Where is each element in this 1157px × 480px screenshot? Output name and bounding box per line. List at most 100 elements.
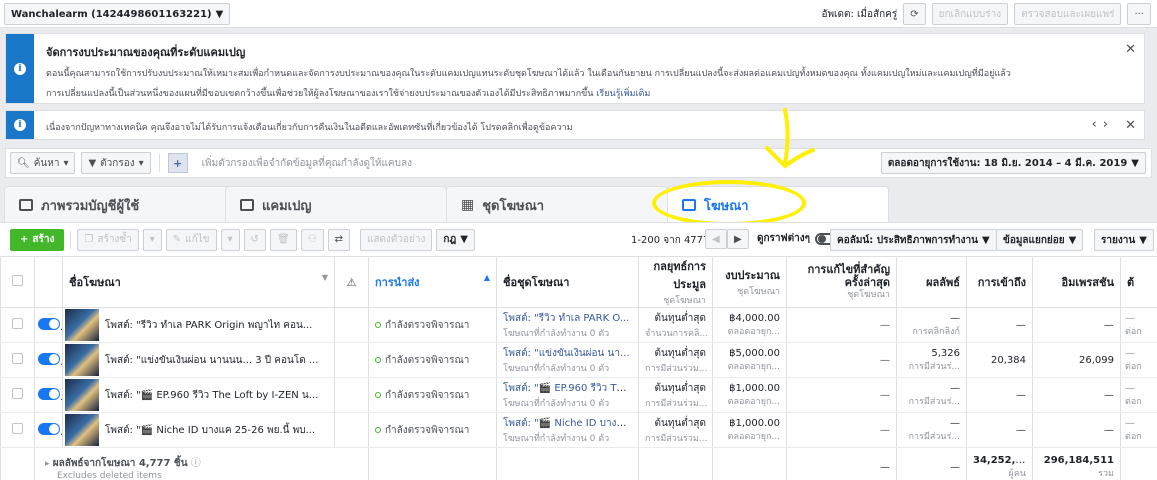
review-publish-button[interactable]: ตรวจสอบและเผยแพร่	[1014, 3, 1122, 25]
header-cost[interactable]: ต้	[1120, 256, 1157, 308]
account-selector[interactable]: Wanchalearm (1424498601163221) ▼	[4, 3, 231, 25]
learn-more-link[interactable]: เรียนรู้เพิ่มเติม	[596, 89, 650, 99]
notice-pager: ‹›	[1092, 117, 1114, 132]
ad-name[interactable]: โพสต์: "รีวิว ทำเล PARK Origin พญาไท คอน…	[105, 320, 312, 331]
budget-cell: ฿1,000.00 ตลอดอายุก...	[712, 377, 787, 413]
adset-link[interactable]: โพสต์: "แข่งขันเงินผ่อน นา...	[503, 348, 630, 359]
create-button[interactable]: + สร้าง	[10, 228, 65, 251]
ad-name-cell: โพสต์: "รีวิว ทำเล PARK Origin พญาไท คอน…	[62, 307, 335, 343]
tab-label: ชุดโฆษณา	[482, 198, 545, 214]
reports-button[interactable]: รายงาน ▼	[1094, 229, 1154, 251]
tab-campaigns[interactable]: แคมเปญ	[225, 186, 447, 223]
tab-ad-sets[interactable]: ▦ ชุดโฆษณา	[446, 186, 668, 223]
create-label: สร้าง	[32, 234, 55, 245]
budget-cell: ฿1,000.00 ตลอดอายุก...	[712, 412, 787, 448]
edit-button[interactable]: ✎ แก้ไข	[165, 228, 217, 251]
ad-status-toggle[interactable]	[38, 387, 60, 400]
table-row[interactable]: โพสต์: "รีวิว ทำเล PARK Origin พญาไท คอน…	[0, 307, 1157, 343]
date-range-picker[interactable]: ตลอดอายุการใช้งาน: 18 มิ.ย. 2014 – 4 มี.…	[880, 152, 1146, 174]
header-sub: ชุดโฆษณา	[663, 296, 706, 306]
warning-cell	[334, 412, 369, 448]
table-row[interactable]: โพสต์: "🎬 EP.960 รีวิว The Loft by I-ZEN…	[0, 377, 1157, 413]
expand-icon[interactable]: ▸	[45, 459, 50, 469]
refresh-button[interactable]: ⟳	[903, 3, 926, 25]
discard-drafts-button[interactable]: ยกเลิกแบบร่าง	[931, 3, 1009, 25]
row-checkbox[interactable]	[12, 388, 23, 399]
next-page-button[interactable]: ▶	[727, 229, 749, 249]
select-all-checkbox[interactable]	[12, 275, 23, 286]
results-value: —	[950, 312, 960, 324]
filter-button[interactable]: ▼ ตัวกรอง ▾	[81, 152, 151, 174]
ad-name[interactable]: โพสต์: "แข่งขันเงินผ่อน นานนน... 3 ปี คอ…	[105, 355, 318, 366]
table-row[interactable]: โพสต์: "แข่งขันเงินผ่อน นานนน... 3 ปี คอ…	[0, 342, 1157, 378]
table-row[interactable]: โพสต์: "🎬 Niche ID บางแค 25-26 พย.นี้ พบ…	[0, 412, 1157, 448]
header-reach[interactable]: การเข้าถึง	[966, 256, 1033, 308]
chevron-left-icon[interactable]: ‹	[1092, 117, 1103, 132]
delivery-cell: กำลังตรวจพิจารณา	[368, 342, 497, 378]
account-name: Wanchalearm (1424498601163221)	[11, 8, 212, 20]
prev-page-button[interactable]: ◀	[705, 229, 727, 249]
delete-button[interactable]: 🗑︎	[269, 228, 297, 251]
edit-menu-button[interactable]: ▾	[220, 228, 240, 251]
filter-input[interactable]: เพิ่มตัวกรองเพื่อจำกัดข้อมูลที่คุณกำลังด…	[202, 156, 412, 171]
header-ad-name[interactable]: ชื่อโฆษณา ▼	[62, 256, 335, 308]
row-toggle-cell	[34, 342, 63, 378]
rules-button[interactable]: กฎ ▼	[436, 228, 475, 251]
status-dot-icon	[375, 426, 381, 433]
more-button[interactable]: ···	[1127, 3, 1151, 25]
preview-button[interactable]: แสดงตัวอย่าง	[360, 228, 433, 251]
strategy-cell: ต้นทุนต่ำสุด การมีส่วนร่วม...	[638, 342, 713, 378]
breakdown-button[interactable]: ข้อมูลแยกย่อย ▼	[996, 229, 1084, 251]
cost-value: —	[1125, 347, 1135, 359]
duplicate-button[interactable]: ❐ สร้างซ้ำ	[77, 228, 139, 251]
tab-account-overview[interactable]: ภาพรวมบัญชีผู้ใช้	[4, 186, 230, 223]
row-checkbox[interactable]	[12, 423, 23, 434]
notice-body-2: การเปลี่ยนแปลงนี้เป็นส่วนหนึ่งของแผนที่ม…	[46, 86, 650, 100]
add-filter-button[interactable]: +	[167, 153, 188, 173]
header-label: การแก้ไขที่สำคัญครั้งล่าสุด	[807, 262, 890, 289]
adset-link[interactable]: โพสต์: "🎬 Niche ID บางแ...	[503, 418, 632, 429]
ad-status-toggle[interactable]	[38, 422, 60, 435]
undo-button[interactable]: ↺	[243, 228, 266, 251]
header-impressions[interactable]: อิมเพรสชัน	[1032, 256, 1121, 308]
header-adset-name[interactable]: ชื่อชุดโฆษณา	[496, 256, 639, 308]
delivery-status: กำลังตรวจพิจารณา	[385, 424, 470, 436]
row-checkbox[interactable]	[12, 318, 23, 329]
info-icon: i	[14, 62, 26, 75]
technical-notice[interactable]: i เนื่องจากปัญหาทางเทคนิค คุณจึงอาจไม่ได…	[5, 110, 1145, 140]
summary-impressions-value: 296,184,511	[1043, 455, 1114, 466]
cost-cell: — ต่อก	[1120, 307, 1157, 343]
strategy-value: ต้นทุนต่ำสุด	[654, 312, 706, 324]
summary-impressions: 296,184,511 รวม	[1032, 447, 1121, 480]
header-delivery[interactable]: การนำส่ง ▲	[368, 256, 497, 308]
row-select-cell	[0, 412, 35, 448]
info-icon: ⓘ	[190, 458, 201, 469]
search-button[interactable]: 🔍︎ ค้นหา ▾	[10, 152, 76, 174]
header-results[interactable]: ผลลัพธ์	[896, 256, 967, 308]
close-icon[interactable]: ✕	[1125, 42, 1136, 57]
columns-button[interactable]: คอลัมน์: ประสิทธิภาพการทำงาน ▼	[830, 229, 997, 251]
cost-cell: — ต่อก	[1120, 377, 1157, 413]
ad-status-toggle[interactable]	[38, 317, 60, 330]
audience-button[interactable]: ⚇	[300, 228, 324, 251]
adset-link[interactable]: โพสต์: "🎬 EP.960 รีวิว Th...	[503, 383, 632, 394]
header-bid-strategy[interactable]: กลยุทธ์การประมูล ชุดโฆษณา	[638, 256, 713, 308]
header-budget[interactable]: งบประมาณ ชุดโฆษณา	[712, 256, 787, 308]
header-label: ผลลัพธ์	[926, 276, 960, 289]
table-toolbar: + สร้าง ❐ สร้างซ้ำ ▾ ✎ แก้ไข ▾ ↺ 🗑︎ ⚇ ⇄ แสด…	[0, 222, 1157, 256]
adset-link[interactable]: โพสต์: "รีวิว ทำเล PARK O...	[503, 313, 629, 324]
chevron-down-icon: ▼	[1068, 234, 1077, 246]
ad-name[interactable]: โพสต์: "🎬 EP.960 รีวิว The Loft by I-ZEN…	[105, 390, 318, 401]
warning-icon: ⚠	[346, 275, 357, 289]
close-icon[interactable]: ✕	[1125, 118, 1136, 133]
header-last-edit[interactable]: การแก้ไขที่สำคัญครั้งล่าสุด ชุดโฆษณา	[786, 256, 897, 308]
row-checkbox[interactable]	[12, 353, 23, 364]
adset-cell: โพสต์: "🎬 EP.960 รีวิว Th... โฆษณาที่กำลั…	[496, 377, 639, 413]
status-dot-icon	[375, 391, 381, 398]
ad-name[interactable]: โพสต์: "🎬 Niche ID บางแค 25-26 พย.นี้ พบ…	[105, 425, 315, 436]
ad-status-toggle[interactable]	[38, 352, 60, 365]
chevron-right-icon[interactable]: ›	[1103, 117, 1114, 132]
duplicate-menu-button[interactable]: ▾	[142, 228, 162, 251]
budget-sub: ตลอดอายุก...	[727, 431, 780, 442]
ab-test-button[interactable]: ⇄	[327, 228, 350, 251]
